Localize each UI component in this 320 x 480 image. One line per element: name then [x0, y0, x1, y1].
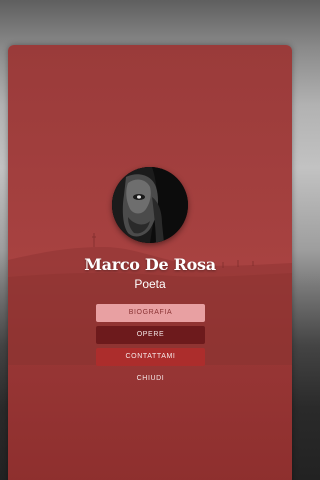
contattami-button[interactable]: CONTATTAMI [96, 348, 205, 366]
avatar [112, 167, 188, 243]
profile-card: Marco De Rosa Poeta BIOGRAFIA OPERE CONT… [8, 45, 292, 480]
profile-role: Poeta [134, 277, 166, 291]
chiudi-button[interactable]: CHIUDI [96, 370, 205, 388]
portrait-photo [112, 167, 188, 243]
opere-button[interactable]: OPERE [96, 326, 205, 344]
profile-name: Marco De Rosa [84, 255, 216, 274]
biografia-button[interactable]: BIOGRAFIA [96, 304, 205, 322]
hill-landscape-background [8, 233, 292, 365]
